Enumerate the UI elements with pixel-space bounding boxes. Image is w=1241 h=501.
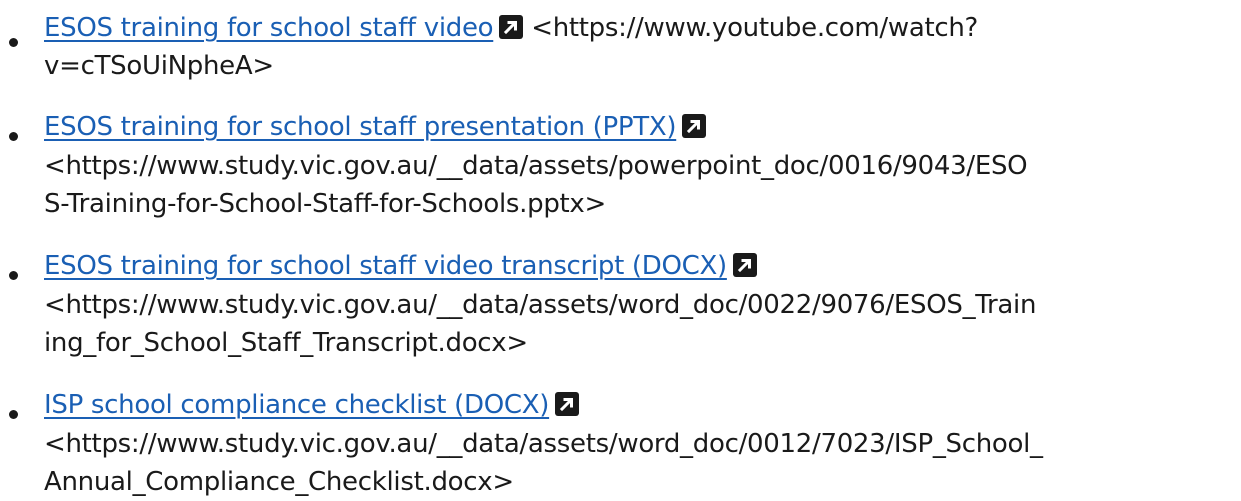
url-text: <https://www.study.vic.gov.au/__data/ass… — [44, 429, 1043, 459]
esos-training-video-link[interactable]: ESOS training for school staff video — [44, 13, 494, 43]
external-link-icon[interactable] — [732, 253, 757, 277]
list-item-first-line: ESOS training for school staff video <ht… — [44, 9, 978, 47]
esos-training-transcript-link[interactable]: ESOS training for school staff video tra… — [44, 251, 727, 281]
list-item-url-line: <https://www.study.vic.gov.au/__data/ass… — [44, 425, 1043, 463]
url-text: Annual_Compliance_Checklist.docx> — [44, 467, 514, 497]
url-text: v=cTSoUiNpheA> — [44, 51, 274, 81]
list-item-url-line: ing_for_School_Staff_Transcript.docx> — [44, 324, 528, 362]
list-item-url-line: <https://www.study.vic.gov.au/__data/ass… — [44, 147, 1028, 185]
external-link-icon[interactable] — [499, 15, 524, 39]
list-item-first-line: ISP school compliance checklist (DOCX) — [44, 386, 580, 424]
list-item-url-line: v=cTSoUiNpheA> — [44, 47, 274, 85]
external-link-icon[interactable] — [555, 392, 580, 416]
list-item-url-line: Annual_Compliance_Checklist.docx> — [44, 463, 514, 501]
list-item-url-line: <https://www.study.vic.gov.au/__data/ass… — [44, 286, 1036, 324]
bullet — [9, 38, 18, 47]
isp-compliance-checklist-link[interactable]: ISP school compliance checklist (DOCX) — [44, 390, 549, 420]
bullet — [9, 271, 18, 280]
bullet — [9, 132, 18, 141]
bullet — [9, 410, 18, 419]
url-text: <https://www.youtube.com/watch? — [531, 13, 979, 43]
list-item-first-line: ESOS training for school staff video tra… — [44, 247, 757, 285]
list-item-first-line: ESOS training for school staff presentat… — [44, 108, 707, 146]
external-link-icon[interactable] — [682, 114, 707, 138]
url-text: <https://www.study.vic.gov.au/__data/ass… — [44, 290, 1037, 320]
url-text: <https://www.study.vic.gov.au/__data/ass… — [44, 151, 1028, 181]
url-text: ing_for_School_Staff_Transcript.docx> — [44, 328, 528, 358]
list-item-url-line: S-Training-for-School-Staff-for-Schools.… — [44, 185, 606, 223]
esos-training-presentation-link[interactable]: ESOS training for school staff presentat… — [44, 112, 677, 142]
url-text: S-Training-for-School-Staff-for-Schools.… — [44, 189, 607, 219]
